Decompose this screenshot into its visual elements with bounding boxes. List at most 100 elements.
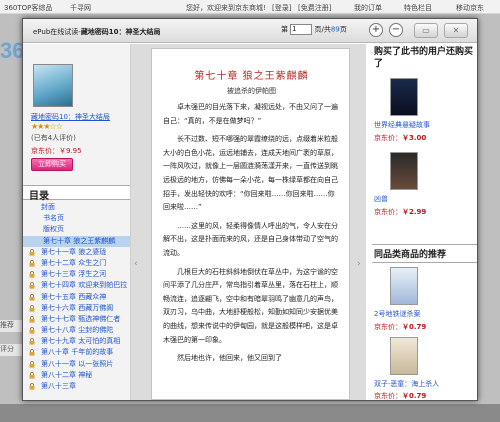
toc-item[interactable]: 第八十章 千年前的故事 <box>23 347 130 358</box>
toc-item-label: 第八十一章 以一张照片 <box>41 359 114 368</box>
book-cover-image[interactable] <box>33 64 73 107</box>
lock-icon <box>29 371 35 379</box>
close-icon: ✕ <box>452 26 460 35</box>
chapter-body: 卓木强巴的目光落下来，凝视远处，不由又问了一遍自己：“真的，不是在做梦吗？” 长… <box>163 101 341 371</box>
product-thumbnail[interactable] <box>390 267 418 305</box>
product-price-label: 京东价： <box>374 323 402 331</box>
product-thumbnail[interactable] <box>390 78 418 116</box>
store-side-label-rating: 评分 <box>0 344 22 356</box>
page-number-input[interactable] <box>290 24 313 35</box>
next-page-arrow-icon[interactable]: › <box>357 259 361 269</box>
buy-now-button[interactable]: 立即购买 <box>31 158 73 171</box>
paragraph: 长不过数、短不哪强的翠霞缭绕的远，点缀着米粒般大小的白色小花，运远地铺去，连成天… <box>163 135 338 212</box>
toc-item-label: 第八十三章 <box>41 382 76 390</box>
lock-icon <box>29 383 35 390</box>
toc-item-label: 第八十二章 神秘 <box>41 370 93 379</box>
reader-title-prefix: ePub在线试读- <box>33 28 81 36</box>
toc-item[interactable]: 封面 <box>23 202 130 213</box>
product-thumbnail[interactable] <box>390 337 418 375</box>
toc-item[interactable]: 版权页 <box>23 224 130 235</box>
toc-item[interactable]: 第七十四章 欢迎来到帕巴拉 <box>23 280 130 291</box>
topbar-greeting: 您好，欢迎来到京东商城! <box>186 4 266 12</box>
lock-icon <box>29 327 35 334</box>
close-button[interactable]: ✕ <box>444 23 468 38</box>
product-title-link[interactable]: 双子·恶童：海上杀人 <box>374 379 474 389</box>
lock-icon <box>29 304 35 312</box>
lock-icon <box>29 271 35 278</box>
chapter-subtitle: 被追杀的伊帕图 <box>227 87 276 95</box>
page-navigator: 第 页/共89页 <box>281 24 347 35</box>
toc-item[interactable]: 第八十二章 神秘 <box>23 370 130 381</box>
toc-item-label: 第七十二章 众生之门 <box>41 258 107 267</box>
pager-label-page: 第 <box>281 25 288 34</box>
toc-item[interactable]: 第七十五章 西藏众神 <box>23 292 130 303</box>
lock-icon <box>29 293 35 301</box>
toc-item-label: 第七十七章 甄选神佛仁者 <box>41 314 121 323</box>
book-name-link[interactable]: 藏地密码10：神圣大结局 <box>31 112 110 122</box>
toc-item[interactable]: 第七十六章 西藏万佛阁 <box>23 303 130 314</box>
toc-item[interactable]: 书名页 <box>23 213 130 224</box>
paragraph: ……这里的风，轻柔得像情人呼出的气，令人安在分解不出，这是扑面而来的风，还是自己… <box>163 221 338 257</box>
also-bought-header: 购买了此书的用户还购买了 <box>374 47 474 69</box>
toc-item-label: 第七十一章 狼之婆珑 <box>41 247 107 256</box>
toc-item-label: 封面 <box>41 203 55 211</box>
toc-item-label: 第七十章 狼之王紫麒麟 <box>43 236 116 245</box>
review-count[interactable]: (已有4人评价) <box>31 133 76 143</box>
restore-icon: ▭ <box>422 26 430 35</box>
toc-item[interactable]: 第七十章 狼之王紫麒麟 <box>23 235 130 247</box>
pager-label-end: 页 <box>339 25 347 34</box>
price-label: 京东价： <box>31 147 59 155</box>
toc-item-label: 第七十五章 西藏众神 <box>41 292 107 301</box>
toc-item-label: 第七十八章 尘封的佛陀 <box>41 326 114 335</box>
same-class-header: 同品类商品的推荐 <box>372 244 477 263</box>
toc-item[interactable]: 第七十一章 狼之婆珑 <box>23 247 130 258</box>
toc-item[interactable]: 第七十八章 尘封的佛陀 <box>23 325 130 336</box>
zoom-in-button[interactable]: + <box>369 23 383 37</box>
topbar-my-orders-link[interactable]: 我的订单 <box>354 3 382 13</box>
product-price: 京东价：￥0.79 <box>374 322 426 332</box>
product-price: 京东价：￥2.99 <box>374 207 426 217</box>
toc-item[interactable]: 第七十九章 太可怕的真相 <box>23 336 130 347</box>
toc-item-label: 第七十九章 太可怕的真相 <box>41 337 121 346</box>
product-title-link[interactable]: 凶兽 <box>374 194 474 204</box>
product-thumbnail[interactable] <box>390 152 418 190</box>
product-price-label: 京东价： <box>374 392 402 400</box>
product-price-value: ￥0.79 <box>402 392 427 400</box>
topbar-features-link[interactable]: 特色栏目 <box>404 3 432 13</box>
table-of-contents: 封面 书名页 版权页 第七十章 狼之王紫麒麟 第七十一章 狼之婆珑 第七十二章 众生之门第… <box>23 202 130 400</box>
store-topbar: 360TOP客综品 千寻网 您好，欢迎来到京东商城! [登录] [免费注册] 我… <box>0 0 500 14</box>
restore-button[interactable]: ▭ <box>414 23 438 38</box>
zoom-out-button[interactable]: − <box>389 23 403 37</box>
toc-item[interactable]: 第八十三章 <box>23 381 130 392</box>
book-price: 京东价：￥9.95 <box>31 146 82 156</box>
product-price-value: ￥0.79 <box>402 323 427 331</box>
toc-item[interactable]: 第八十一章 以一张照片 <box>23 359 130 370</box>
product-price-value: ￥2.99 <box>402 208 427 216</box>
zoom-out-icon: − <box>391 24 401 35</box>
store-bottom-strip <box>0 404 500 422</box>
store-side-label-recommend: 推荐 <box>0 320 22 332</box>
epub-reader-window: ePub在线试读-藏地密码10：神圣大结局 第 页/共89页 + − ▭ ✕ 藏… <box>22 18 478 401</box>
lock-icon <box>29 349 35 357</box>
topbar-register-link[interactable]: [免费注册] <box>298 3 331 13</box>
lock-icon <box>29 282 35 289</box>
zoom-in-icon: + <box>371 24 381 35</box>
toc-item-label: 书名页 <box>43 214 64 223</box>
product-price: 京东价：￥3.00 <box>374 133 426 143</box>
toc-item-label: 第八十章 千年前的故事 <box>41 348 114 357</box>
toc-item[interactable]: 第七十三章 浮生之河 <box>23 269 130 280</box>
rating-stars: ★★★☆☆ <box>31 122 63 131</box>
reader-title-book: 藏地密码10：神圣大结局 <box>80 28 161 36</box>
recommendations-panel: 购买了此书的用户还购买了 世界经典悬疑故事 京东价：￥3.00 凶兽 京东价：￥… <box>372 44 477 400</box>
prev-page-arrow-icon[interactable]: ‹ <box>134 259 138 269</box>
topbar-login-link[interactable]: [登录] <box>272 3 291 13</box>
topbar-link-qianxun[interactable]: 千寻网 <box>70 3 91 13</box>
topbar-link-360top[interactable]: 360TOP客综品 <box>4 3 52 13</box>
price-value: ￥9.95 <box>59 147 82 155</box>
product-title-link[interactable]: 2号地铁谜杀案 <box>374 309 474 319</box>
toc-item[interactable]: 第七十七章 甄选神佛仁者 <box>23 314 130 325</box>
product-price-label: 京东价： <box>374 208 402 216</box>
topbar-mobile-link[interactable]: 移动京东 <box>456 3 484 13</box>
product-title-link[interactable]: 世界经典悬疑故事 <box>374 120 474 130</box>
toc-item[interactable]: 第七十二章 众生之门 <box>23 258 130 269</box>
